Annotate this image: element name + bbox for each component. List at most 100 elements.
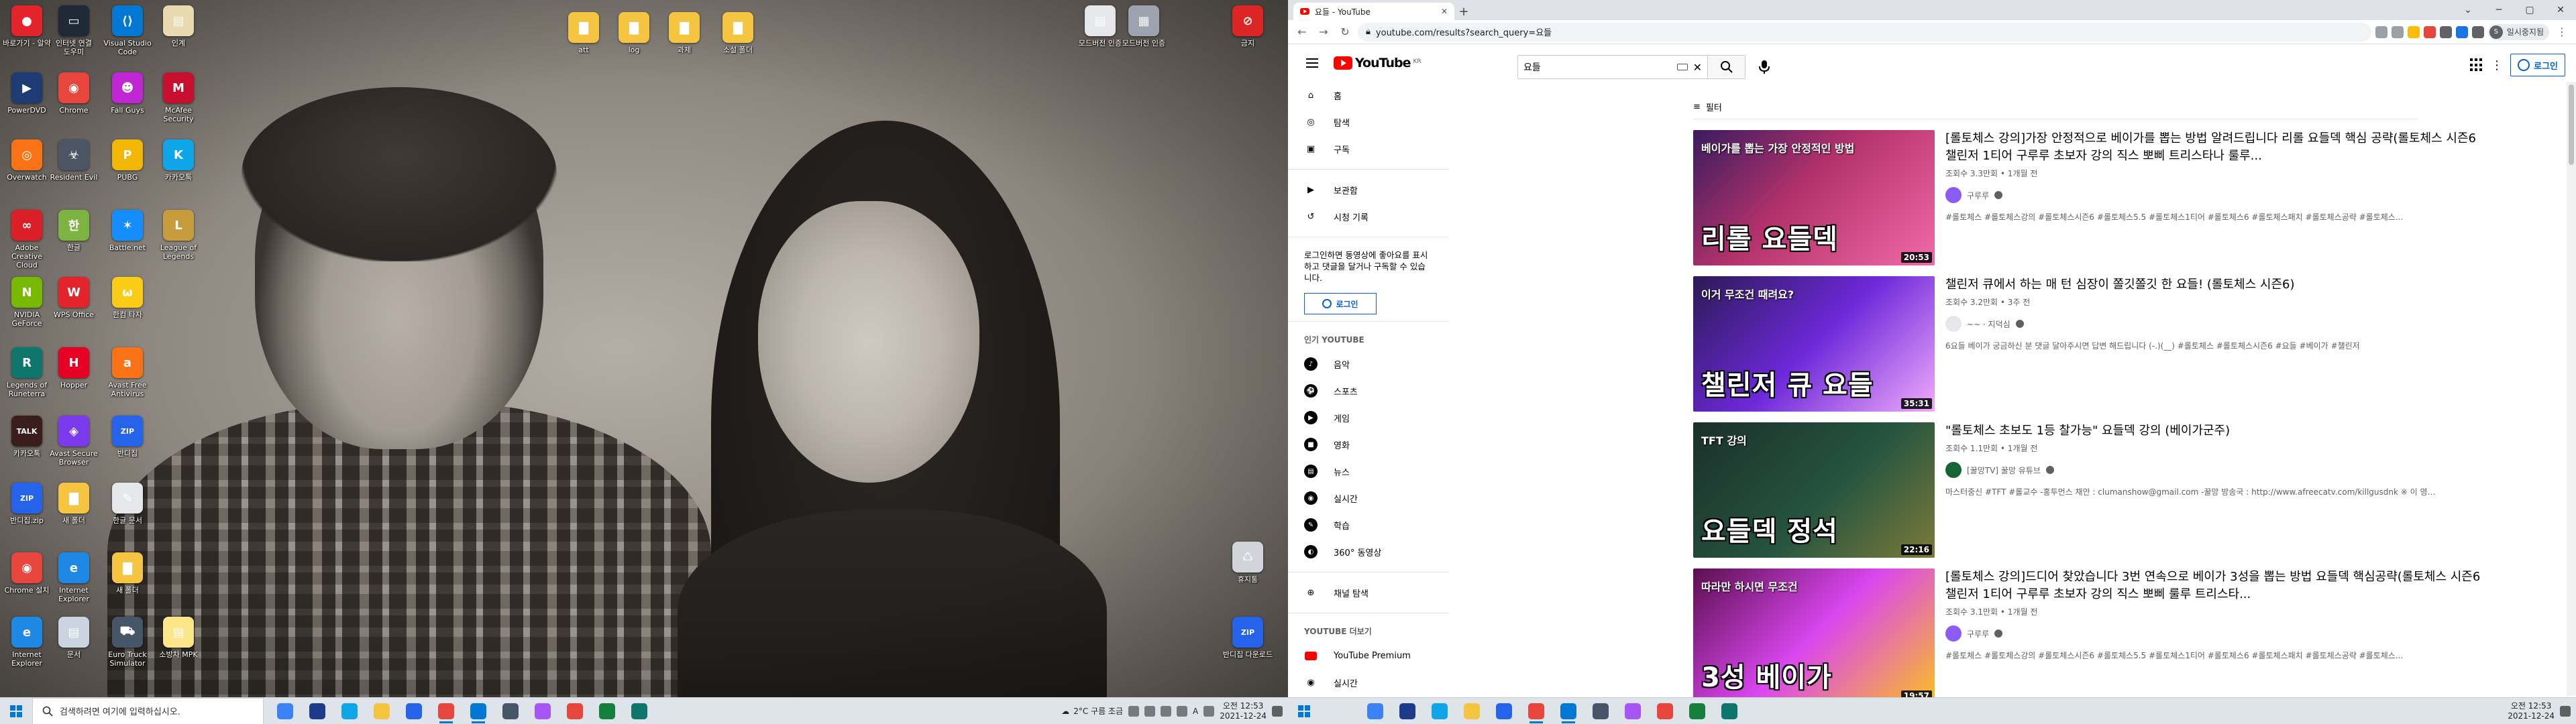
channel-name[interactable]: [꿀망TV] 꿀망 유튜브: [1967, 465, 2041, 476]
desktop-icon[interactable]: P PUBG: [101, 139, 154, 182]
taskbar-app-edge[interactable]: [1425, 698, 1454, 724]
taskbar-app-screen[interactable]: [1586, 698, 1615, 724]
desktop-icon[interactable]: K 카카오톡: [152, 139, 205, 182]
login-button[interactable]: 로그인: [2510, 54, 2565, 76]
desktop-icon[interactable]: ▤ 인계: [152, 5, 205, 48]
taskbar-app-screen[interactable]: [496, 698, 525, 724]
settings-menu-icon[interactable]: ⋮: [2490, 58, 2504, 72]
maximize-icon[interactable]: ▢: [2514, 0, 2545, 20]
desktop-icon[interactable]: ZIP 반디집: [101, 416, 154, 458]
desktop-icon[interactable]: ▇ 새 폴더: [101, 552, 154, 595]
start-button-right[interactable]: [1288, 698, 1320, 724]
notification-icon[interactable]: [1272, 705, 1283, 717]
channel-avatar[interactable]: [1945, 462, 1962, 478]
channel-row[interactable]: [꿀망TV] 꿀망 유튜브: [1945, 462, 2485, 478]
puzzle-icon[interactable]: [2439, 25, 2452, 38]
desktop-icon[interactable]: ♺ 휴지통: [1221, 542, 1275, 584]
desktop-icon[interactable]: R Legends of Runeterra: [0, 347, 54, 398]
sidebar-item-4[interactable]: ▤ 뉴스: [1288, 458, 1449, 485]
taskbar-app-edge[interactable]: [335, 698, 364, 724]
clear-search-icon[interactable]: ✕: [1693, 61, 1702, 74]
video-result[interactable]: 따라만 하시면 무조건 3성 베이가 19:57 [롤토체스 강의]드디어 찾았습니다…: [1693, 568, 2485, 707]
sidebar-item-browse-channels[interactable]: ⊕ 채널 탐색: [1288, 579, 1449, 606]
desktop-icon[interactable]: L League of Legends: [152, 210, 205, 261]
reload-icon[interactable]: ↻: [1336, 23, 1354, 41]
desktop-icon[interactable]: ◉ Chrome: [47, 72, 101, 115]
taskbar-app-cortana[interactable]: [303, 698, 332, 724]
taskbar-app-vscode[interactable]: [1554, 698, 1583, 724]
start-button[interactable]: [0, 698, 32, 724]
menu-icon[interactable]: [1299, 50, 1326, 76]
channel-row[interactable]: ~~ · 지덕심: [1945, 316, 2485, 332]
taskbar-app-chrome2[interactable]: [560, 698, 590, 724]
video-title[interactable]: [롤토체스 강의]드디어 찾았습니다 3번 연속으로 베이가 3성을 뽑는 방법…: [1945, 568, 2485, 603]
taskbar-app-app2[interactable]: [1715, 698, 1744, 724]
video-title[interactable]: [롤토체스 강의]가장 안정적으로 베이가를 뽑는 방법 알려드립니다 리롤 요…: [1945, 130, 2485, 165]
video-title[interactable]: "롤토체스 초보도 1등 찰가능" 요들덱 강의 (베이가군주): [1945, 422, 2485, 440]
channel-avatar[interactable]: [1945, 187, 1962, 203]
taskbar-app-chrome[interactable]: [431, 698, 461, 724]
channel-name[interactable]: 구루루: [1967, 628, 1989, 640]
weather-widget[interactable]: ☁ 2°C 구름 조금: [1061, 705, 1123, 717]
tray-chevron-icon[interactable]: [1128, 705, 1140, 717]
desktop-icon[interactable]: ⊘ 금지: [1221, 5, 1275, 48]
channel-name[interactable]: ~~ · 지덕심: [1967, 318, 2010, 330]
sidebar-item-5[interactable]: ◉ 실시간: [1288, 485, 1449, 511]
window-dropdown-icon[interactable]: ⌄: [2453, 0, 2483, 20]
sidebar-item-7[interactable]: ◐ 360° 동영상: [1288, 538, 1449, 565]
sidebar-item-1[interactable]: ◎ 탐색: [1288, 109, 1449, 135]
battery-icon[interactable]: [1177, 705, 1188, 717]
video-thumbnail[interactable]: 베이가를 뽑는 가장 안정적인 방법 리롤 요들덱 20:53: [1693, 130, 1935, 265]
taskbar-app-task-view[interactable]: [270, 698, 300, 724]
taskbar-clock-right[interactable]: 오전 12:53 2021-12-24: [2508, 701, 2555, 721]
desktop-icon[interactable]: ▤ 문서: [47, 617, 101, 659]
desktop-icon[interactable]: M McAfee Security: [152, 72, 205, 123]
desktop-icon[interactable]: ▇ 소설 폴더: [711, 12, 765, 54]
taskbar-app-file-explorer[interactable]: [367, 698, 396, 724]
install-icon[interactable]: [2375, 25, 2387, 38]
taskbar-app-mail[interactable]: [399, 698, 429, 724]
taskbar-app-vscode[interactable]: [464, 698, 493, 724]
sidebar-item-1[interactable]: ↺ 시청 기록: [1288, 203, 1449, 230]
browser-menu-icon[interactable]: ⋮: [2553, 23, 2571, 41]
lock-icon[interactable]: 🔒︎: [1366, 27, 1371, 37]
sidebar-item-3[interactable]: ■ 영화: [1288, 431, 1449, 458]
desktop-icon[interactable]: ☻ Fall Guys: [101, 72, 154, 115]
tab-close-icon[interactable]: ✕: [1441, 7, 1448, 16]
star-icon[interactable]: [2407, 25, 2420, 38]
channel-row[interactable]: 구루루: [1945, 625, 2485, 642]
taskbar-app-chrome[interactable]: [1521, 698, 1551, 724]
extension-icon[interactable]: [2423, 25, 2436, 38]
sidebar-item-6[interactable]: ✎ 학습: [1288, 511, 1449, 538]
desktop-icon[interactable]: ▦ 모드버전 인증: [1117, 5, 1171, 48]
taskbar-app-game[interactable]: [1618, 698, 1648, 724]
volume-icon[interactable]: [1161, 705, 1172, 717]
channel-avatar[interactable]: [1945, 316, 1962, 332]
desktop-icon[interactable]: ω 한컴 타자: [101, 277, 154, 319]
apps-grid-icon[interactable]: [2470, 58, 2483, 72]
channel-name[interactable]: 구루루: [1967, 190, 1989, 201]
notification-icon[interactable]: [2560, 705, 2571, 717]
video-result[interactable]: TFT 강의 요들덱 정석 22:16 "롤토체스 초보도 1등 찰가능" 요들덱 강…: [1693, 422, 2485, 560]
share-icon[interactable]: [2391, 25, 2404, 38]
taskbar-app-file-explorer[interactable]: [1457, 698, 1487, 724]
sidepanel-icon[interactable]: [2471, 25, 2484, 38]
taskbar-search[interactable]: 검색하려면 여기에 입력하십시오.: [32, 697, 264, 724]
desktop-icon[interactable]: ▇ log: [607, 12, 661, 54]
sidebar-item-2[interactable]: ▣ 구독: [1288, 135, 1449, 162]
desktop-icon[interactable]: ▇ att: [557, 12, 610, 54]
taskbar-app-app[interactable]: [592, 698, 622, 724]
channel-row[interactable]: 구루루: [1945, 187, 2485, 203]
desktop-icon[interactable]: H Hopper: [47, 347, 101, 389]
desktop-icon[interactable]: ● 바로가기 - 알약: [0, 5, 54, 48]
extension-2-icon[interactable]: [2455, 25, 2468, 38]
minimize-icon[interactable]: ─: [2483, 0, 2514, 20]
sidebar-item-live[interactable]: ◉ 실시간: [1288, 669, 1449, 696]
back-icon[interactable]: ←: [1293, 23, 1311, 41]
search-input[interactable]: 요들 ✕: [1517, 55, 1708, 79]
taskbar-app-app2[interactable]: [625, 698, 654, 724]
video-thumbnail[interactable]: TFT 강의 요들덱 정석 22:16: [1693, 422, 1935, 558]
video-result[interactable]: 베이가를 뽑는 가장 안정적인 방법 리롤 요들덱 20:53 [롤토체스 강의]가장…: [1693, 130, 2485, 268]
desktop-icon[interactable]: ZIP 반디집 다운로드: [1221, 617, 1275, 659]
sidebar-item-0[interactable]: ♪ 음악: [1288, 351, 1449, 377]
